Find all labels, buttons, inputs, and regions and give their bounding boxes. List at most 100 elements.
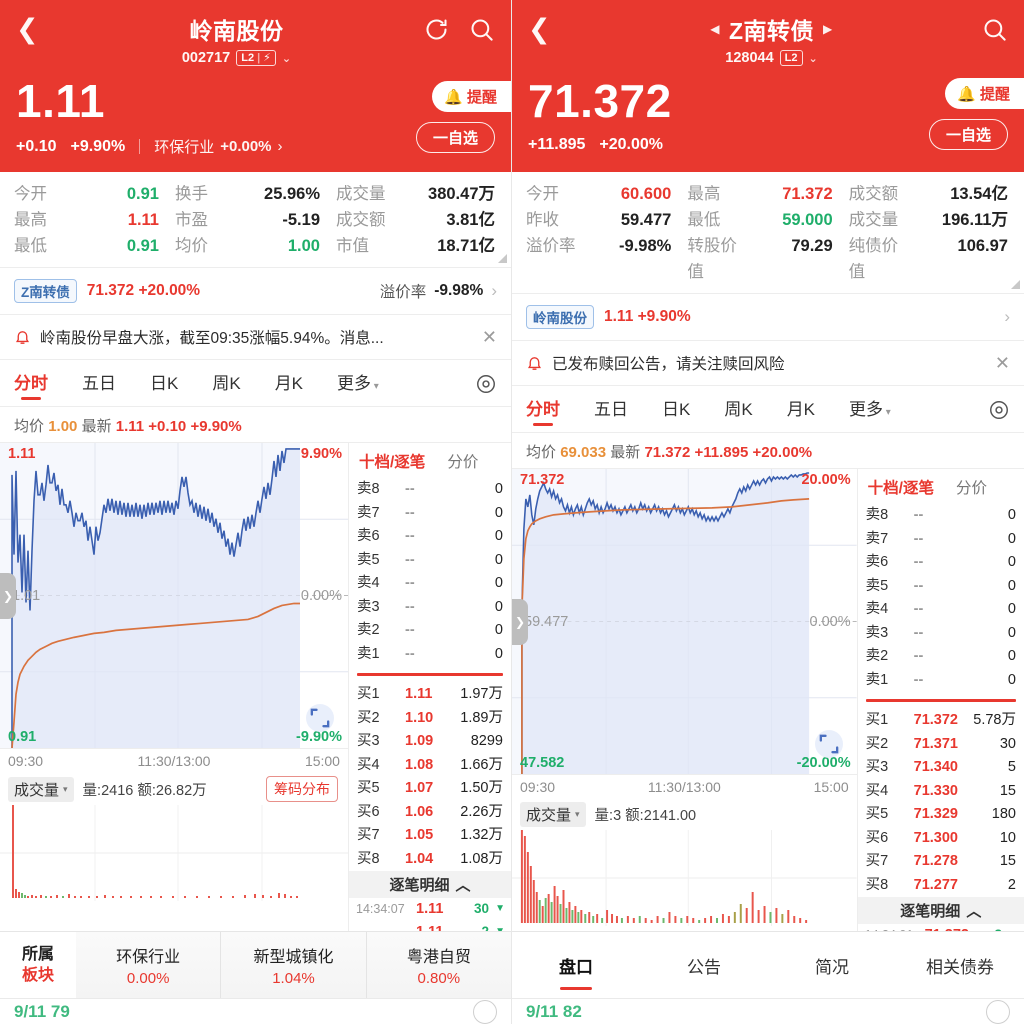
crosshair-icon[interactable] bbox=[988, 399, 1010, 421]
chevron-right-icon[interactable]: › bbox=[1004, 307, 1010, 327]
bid-row[interactable]: 买2 71.371 30 bbox=[858, 733, 1024, 757]
ask-row[interactable]: 卖2 -- 0 bbox=[858, 645, 1024, 669]
sector-item[interactable]: 新型城镇化 1.04% bbox=[221, 932, 367, 998]
bid-row[interactable]: 买2 1.10 1.89万 bbox=[349, 707, 511, 731]
bid-row[interactable]: 买4 71.330 15 bbox=[858, 780, 1024, 804]
chevron-down-icon[interactable]: ⌄ bbox=[809, 52, 818, 65]
fullscreen-icon[interactable] bbox=[814, 730, 843, 758]
tab-wuri[interactable]: 五日 bbox=[594, 395, 628, 425]
ask-row[interactable]: 卖1 -- 0 bbox=[858, 669, 1024, 693]
volume-chart[interactable] bbox=[512, 830, 857, 926]
refresh-icon[interactable] bbox=[423, 16, 450, 43]
bid-row[interactable]: 买4 1.08 1.66万 bbox=[349, 754, 511, 778]
remind-button[interactable]: 🔔 提醒 bbox=[945, 78, 1024, 109]
back-icon[interactable]: ❮ bbox=[16, 14, 50, 44]
tab-pankou[interactable]: 盘口 bbox=[512, 953, 640, 978]
security-code-row[interactable]: 002717 L2 | ⚡ ⌄ bbox=[50, 50, 423, 66]
ask-row[interactable]: 卖2 -- 0 bbox=[349, 619, 511, 643]
chevron-right-icon[interactable]: › bbox=[491, 281, 497, 301]
prev-security-icon[interactable]: ◀ bbox=[710, 22, 720, 36]
tick-detail-header[interactable]: 逐笔明细 ︿ bbox=[349, 871, 511, 898]
tab-zhouk[interactable]: 周K bbox=[724, 395, 752, 425]
chart-drag-handle[interactable]: ❯ bbox=[0, 572, 16, 619]
close-icon[interactable]: ✕ bbox=[995, 353, 1010, 374]
remind-button[interactable]: 🔔 提醒 bbox=[432, 81, 511, 112]
linked-security-row[interactable]: 岭南股份 1.11 +9.90% › bbox=[512, 294, 1024, 341]
tab-price-dist[interactable]: 分价 bbox=[447, 450, 478, 472]
security-code-row[interactable]: 128044 L2 ⌄ bbox=[562, 50, 981, 66]
bid-row[interactable]: 买8 71.277 2 bbox=[858, 874, 1024, 898]
back-icon[interactable]: ❮ bbox=[528, 14, 562, 44]
linked-security-chip[interactable]: Z南转债 bbox=[14, 279, 77, 303]
crosshair-icon[interactable] bbox=[475, 373, 497, 395]
bid-row[interactable]: 买3 1.09 8299 bbox=[349, 730, 511, 754]
add-watchlist-button[interactable]: 一自选 bbox=[928, 119, 1008, 150]
bid-row[interactable]: 买8 1.04 1.08万 bbox=[349, 848, 511, 872]
tab-fenshi[interactable]: 分时 bbox=[14, 369, 48, 399]
news-banner[interactable]: 已发布赎回公告，请关注赎回风险 ✕ bbox=[512, 341, 1024, 386]
sector-link[interactable]: 环保行业 +0.00% › bbox=[154, 136, 282, 157]
bid-row[interactable]: 买7 71.278 15 bbox=[858, 850, 1024, 874]
next-security-icon[interactable]: ▶ bbox=[823, 22, 833, 36]
search-icon[interactable] bbox=[981, 16, 1008, 43]
price-change-pct: +20.00% bbox=[599, 136, 664, 153]
add-watchlist-button[interactable]: 一自选 bbox=[415, 122, 495, 153]
intraday-chart[interactable]: 71.372 20.00% 59.477 0.00% 47.582 -20.00… bbox=[512, 469, 857, 775]
ask-row[interactable]: 卖1 -- 0 bbox=[349, 643, 511, 667]
ask-row[interactable]: 卖4 -- 0 bbox=[858, 598, 1024, 622]
fullscreen-icon[interactable] bbox=[306, 704, 334, 732]
tab-rik[interactable]: 日K bbox=[662, 395, 690, 425]
bid-row[interactable]: 买3 71.340 5 bbox=[858, 756, 1024, 780]
ask-row[interactable]: 卖8 -- 0 bbox=[349, 478, 511, 502]
bid-row[interactable]: 买7 1.05 1.32万 bbox=[349, 824, 511, 848]
tab-price-dist[interactable]: 分价 bbox=[956, 476, 987, 498]
tab-jiankuang[interactable]: 简况 bbox=[768, 953, 896, 978]
chevron-down-icon[interactable]: ⌄ bbox=[282, 52, 291, 65]
tab-ten-level[interactable]: 十档/逐笔 bbox=[868, 476, 934, 498]
intraday-chart[interactable]: 1.11 9.90% 1.01 0.00% 0.91 -9.90% ❯ bbox=[0, 443, 348, 749]
tab-xiangguanzhaiquan[interactable]: 相关债券 bbox=[896, 953, 1024, 978]
bid-row[interactable]: 买5 71.329 180 bbox=[858, 803, 1024, 827]
ask-row[interactable]: 卖6 -- 0 bbox=[349, 525, 511, 549]
bid-row[interactable]: 买6 71.300 10 bbox=[858, 827, 1024, 851]
tab-wuri[interactable]: 五日 bbox=[82, 369, 116, 399]
tab-fenshi[interactable]: 分时 bbox=[526, 395, 560, 425]
tab-more[interactable]: 更多 ▾ bbox=[337, 369, 379, 399]
bid-row[interactable]: 买1 1.11 1.97万 bbox=[349, 683, 511, 707]
expand-grip-icon[interactable] bbox=[498, 254, 507, 263]
tab-rik[interactable]: 日K bbox=[150, 369, 178, 399]
ask-row[interactable]: 卖3 -- 0 bbox=[349, 596, 511, 620]
tick-detail-header[interactable]: 逐笔明细 ︿ bbox=[857, 897, 1024, 924]
ask-row[interactable]: 卖6 -- 0 bbox=[858, 551, 1024, 575]
chart-drag-handle[interactable]: ❯ bbox=[512, 598, 528, 645]
tab-zhouk[interactable]: 周K bbox=[212, 369, 240, 399]
ask-row[interactable]: 卖5 -- 0 bbox=[349, 549, 511, 573]
ask-row[interactable]: 卖3 -- 0 bbox=[858, 622, 1024, 646]
bid-row[interactable]: 买6 1.06 2.26万 bbox=[349, 801, 511, 825]
chip-distribution-button[interactable]: 筹码分布 bbox=[266, 776, 338, 802]
bid-row[interactable]: 买5 1.07 1.50万 bbox=[349, 777, 511, 801]
tab-yuek[interactable]: 月K bbox=[275, 369, 303, 399]
ask-row[interactable]: 卖7 -- 0 bbox=[349, 502, 511, 526]
tab-ten-level[interactable]: 十档/逐笔 bbox=[359, 450, 425, 472]
volume-indicator-selector[interactable]: 成交量 ▾ bbox=[520, 802, 586, 827]
sector-item[interactable]: 粤港自贸 0.80% bbox=[367, 932, 511, 998]
tab-more[interactable]: 更多 ▾ bbox=[849, 395, 891, 425]
volume-indicator-selector[interactable]: 成交量 ▾ bbox=[8, 776, 74, 802]
linked-security-chip[interactable]: 岭南股份 bbox=[526, 305, 594, 329]
sector-item[interactable]: 环保行业 0.00% bbox=[76, 932, 222, 998]
tab-yuek[interactable]: 月K bbox=[787, 395, 815, 425]
expand-grip-icon[interactable] bbox=[1011, 280, 1020, 289]
chart-bottom-left-label: 47.582 bbox=[520, 755, 565, 771]
bid-row[interactable]: 买1 71.372 5.78万 bbox=[858, 709, 1024, 733]
news-banner[interactable]: 岭南股份早盘大涨，截至09:35涨幅5.94%。消息... ✕ bbox=[0, 315, 511, 360]
search-icon[interactable] bbox=[468, 16, 495, 43]
close-icon[interactable]: ✕ bbox=[482, 327, 497, 348]
ask-row[interactable]: 卖7 -- 0 bbox=[858, 528, 1024, 552]
ask-row[interactable]: 卖5 -- 0 bbox=[858, 575, 1024, 599]
volume-chart[interactable] bbox=[0, 805, 348, 901]
tab-gonggao[interactable]: 公告 bbox=[640, 953, 768, 978]
linked-security-row[interactable]: Z南转债 71.372 +20.00% 溢价率 -9.98% › bbox=[0, 268, 511, 315]
ask-row[interactable]: 卖4 -- 0 bbox=[349, 572, 511, 596]
ask-row[interactable]: 卖8 -- 0 bbox=[858, 504, 1024, 528]
